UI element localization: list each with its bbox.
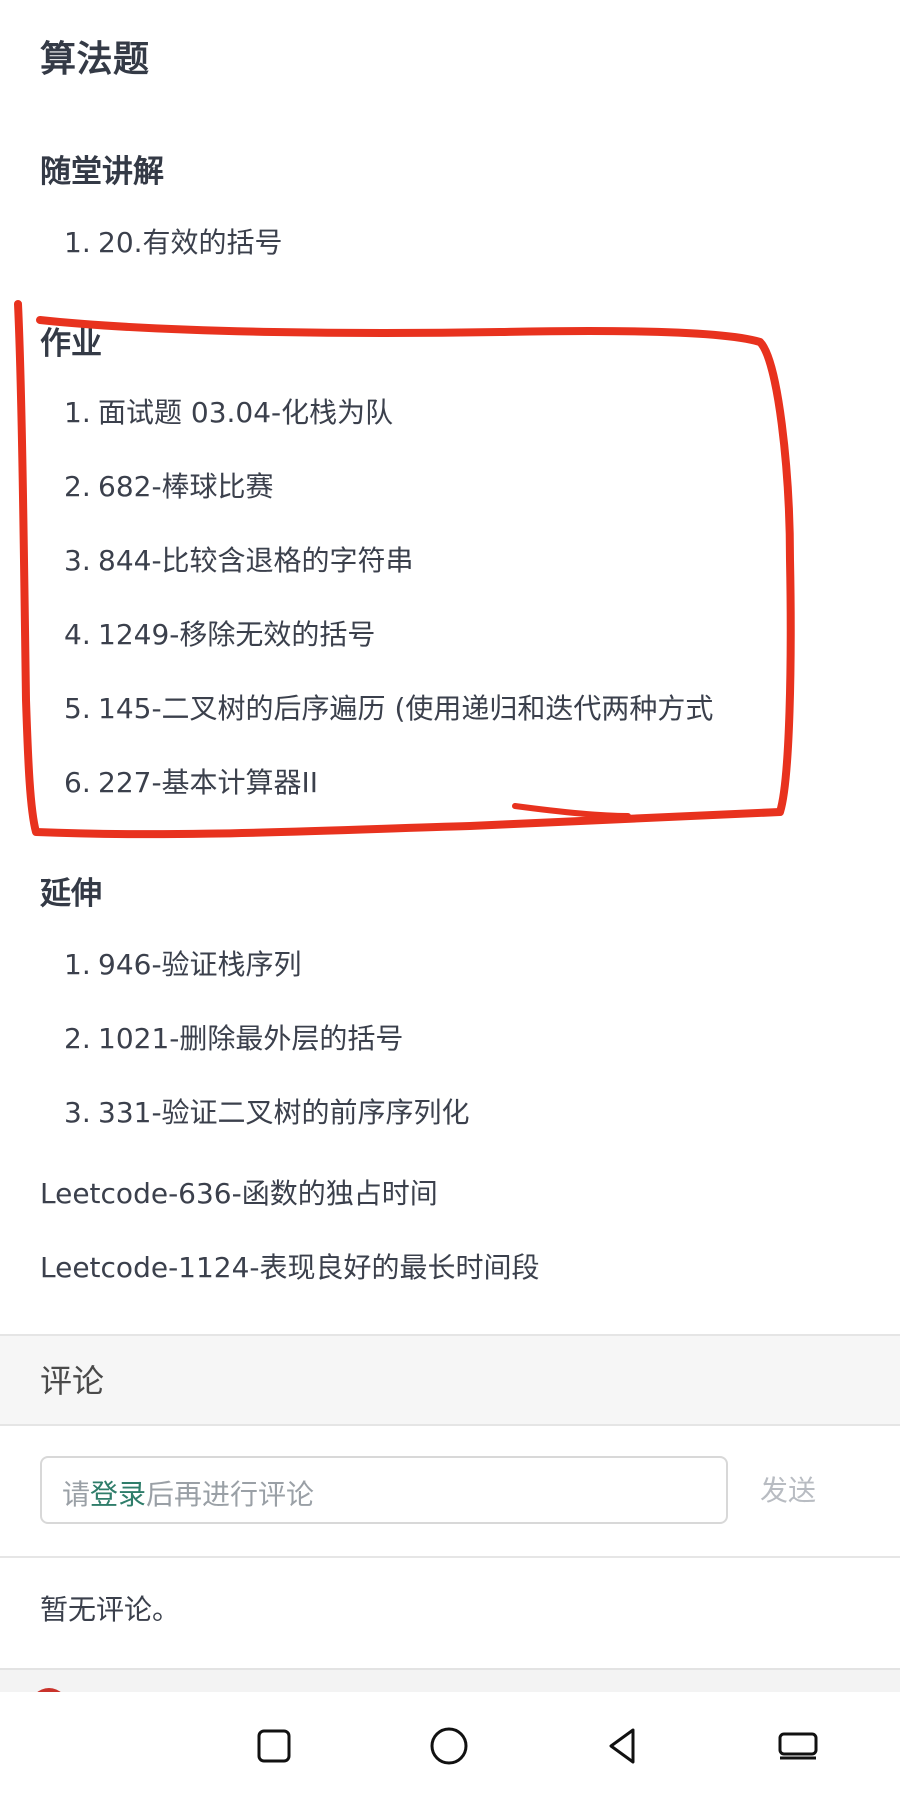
extra-link-leetcode-1124[interactable]: Leetcode-1124-表现良好的最长时间段 — [40, 1246, 540, 1286]
list-item[interactable]: 4. 1249-移除无效的括号 — [64, 618, 713, 692]
page-title: 算法题 — [40, 39, 150, 80]
extension-list: 1. 946-验证栈序列 2. 1021-删除最外层的括号 3. 331-验证二… — [64, 948, 470, 1170]
list-item-link[interactable]: 844-比较含退格的字符串 — [98, 544, 414, 578]
page: 算法题 随堂讲解 1. 20.有效的括号 作业 1. 面试题 03.04-化栈为… — [0, 0, 900, 1800]
list-item-link[interactable]: 145-二叉树的后序遍历 (使用递归和迭代两种方式 — [98, 692, 713, 726]
list-item-number: 3. — [64, 1096, 91, 1129]
list-item-number: 3. — [64, 544, 91, 577]
lecture-list: 1. 20.有效的括号 — [64, 226, 283, 300]
list-item[interactable]: 1. 20.有效的括号 — [64, 226, 283, 300]
list-item[interactable]: 1. 946-验证栈序列 — [64, 948, 470, 1022]
square-icon-glyph — [257, 1729, 291, 1763]
section-heading-extension: 延伸 — [40, 876, 102, 912]
list-item[interactable]: 1. 面试题 03.04-化栈为队 — [64, 396, 713, 470]
empty-comments-text: 暂无评论。 — [40, 1593, 181, 1626]
placeholder-prefix: 请 — [62, 1478, 91, 1511]
list-item-link[interactable]: 227-基本计算器II — [98, 766, 318, 800]
circle-icon-glyph — [430, 1727, 468, 1765]
recent-apps-icon-glyph — [778, 1732, 818, 1760]
recent-apps-icon[interactable] — [770, 1718, 826, 1774]
comments-title: 评论 — [40, 1362, 105, 1400]
android-navigation-bar — [0, 1692, 900, 1800]
comment-placeholder: 请登录后再进行评论 — [62, 1473, 314, 1513]
comments-header: 评论 — [0, 1334, 900, 1426]
list-item-link[interactable]: 面试题 03.04-化栈为队 — [98, 396, 393, 430]
list-item-number: 4. — [64, 618, 91, 651]
list-item[interactable]: 2. 1021-删除最外层的括号 — [64, 1022, 470, 1096]
footer-strip — [0, 1668, 900, 1694]
circle-icon[interactable] — [421, 1718, 477, 1774]
list-item-link[interactable]: 946-验证栈序列 — [98, 948, 302, 982]
list-item-number: 1. — [64, 396, 91, 429]
list-item-number: 5. — [64, 692, 91, 725]
list-item-number: 6. — [64, 766, 91, 799]
list-item-number: 2. — [64, 1022, 91, 1055]
homework-list: 1. 面试题 03.04-化栈为队 2. 682-棒球比赛 3. 844-比较含… — [64, 396, 713, 840]
login-link[interactable]: 登录 — [90, 1478, 146, 1511]
square-icon[interactable] — [246, 1718, 302, 1774]
list-item[interactable]: 3. 331-验证二叉树的前序序列化 — [64, 1096, 470, 1170]
list-item[interactable]: 3. 844-比较含退格的字符串 — [64, 544, 713, 618]
back-triangle-icon-glyph — [609, 1728, 635, 1764]
section-heading-homework: 作业 — [40, 326, 102, 362]
list-item-link[interactable]: 682-棒球比赛 — [98, 470, 274, 504]
list-item-link[interactable]: 1249-移除无效的括号 — [98, 618, 375, 652]
comment-input[interactable]: 请登录后再进行评论 — [40, 1456, 728, 1524]
list-item[interactable]: 2. 682-棒球比赛 — [64, 470, 713, 544]
send-button[interactable]: 发送 — [760, 1469, 816, 1509]
list-item[interactable]: 6. 227-基本计算器II — [64, 766, 713, 840]
list-item-number: 1. — [64, 226, 91, 259]
list-item-link[interactable]: 1021-删除最外层的括号 — [98, 1022, 403, 1056]
list-item-number: 2. — [64, 470, 91, 503]
extra-link-leetcode-636[interactable]: Leetcode-636-函数的独占时间 — [40, 1172, 438, 1212]
comments-divider — [0, 1556, 900, 1558]
placeholder-suffix: 后再进行评论 — [146, 1478, 315, 1511]
list-item-number: 1. — [64, 948, 91, 981]
section-heading-lecture: 随堂讲解 — [40, 154, 164, 190]
back-triangle-icon[interactable] — [595, 1718, 651, 1774]
list-item-link[interactable]: 20.有效的括号 — [98, 226, 283, 260]
list-item-link[interactable]: 331-验证二叉树的前序序列化 — [98, 1096, 470, 1130]
list-item[interactable]: 5. 145-二叉树的后序遍历 (使用递归和迭代两种方式 — [64, 692, 713, 766]
